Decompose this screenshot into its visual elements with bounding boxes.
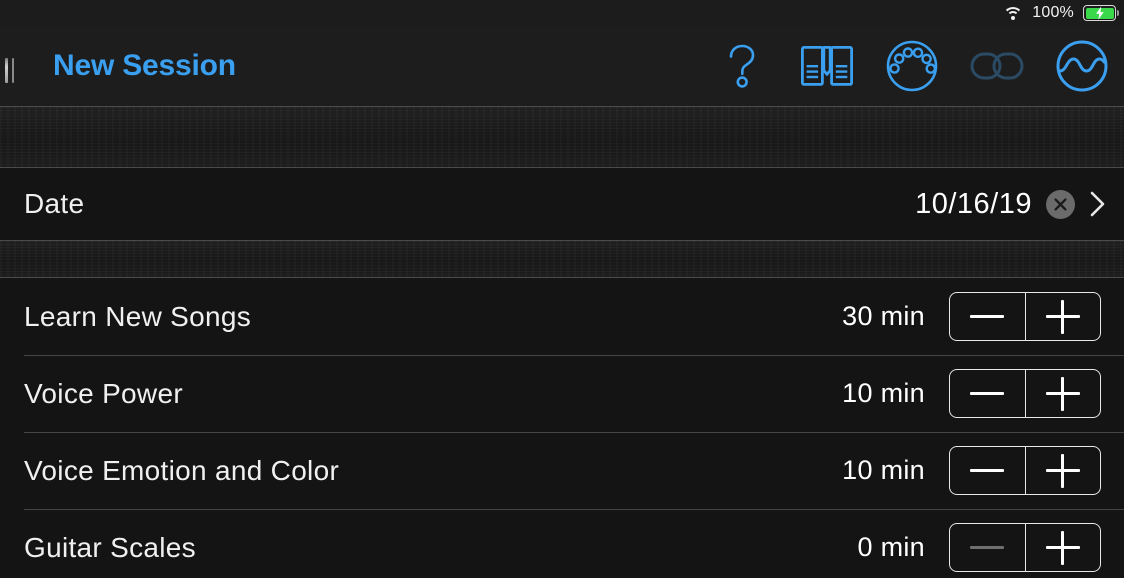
title-bar: New Session bbox=[0, 26, 1124, 106]
help-icon bbox=[729, 44, 755, 88]
increment-button[interactable] bbox=[1026, 293, 1101, 340]
row-divider bbox=[24, 355, 1124, 356]
row-divider bbox=[24, 432, 1124, 433]
battery-percent-label: 100% bbox=[1032, 4, 1074, 21]
texture-band-middle bbox=[0, 240, 1124, 278]
increment-button[interactable] bbox=[1026, 370, 1101, 417]
status-indicators: 100% bbox=[1003, 4, 1119, 22]
waveform-icon bbox=[1056, 40, 1108, 92]
link-button[interactable] bbox=[969, 38, 1025, 94]
songbook-icon bbox=[801, 46, 853, 86]
app-screen: 100% New Session Date 10/16/19 Learn New… bbox=[0, 0, 1124, 578]
texture-band-top bbox=[0, 106, 1124, 168]
decrement-button[interactable] bbox=[950, 370, 1026, 417]
page-title: New Session bbox=[53, 49, 236, 82]
date-row-controls: 10/16/19 bbox=[915, 188, 1124, 221]
minus-icon bbox=[970, 315, 1005, 318]
wifi-icon bbox=[1003, 6, 1024, 21]
metronome-icon bbox=[886, 40, 938, 92]
tuner-button[interactable] bbox=[1054, 38, 1110, 94]
help-button[interactable] bbox=[714, 38, 770, 94]
battery-charging-icon bbox=[1083, 5, 1119, 21]
activity-controls: 0 min bbox=[813, 523, 1124, 572]
table-row[interactable]: Voice Emotion and Color 10 min bbox=[0, 432, 1124, 509]
songbook-button[interactable] bbox=[799, 38, 855, 94]
activity-label: Learn New Songs bbox=[24, 300, 252, 332]
chevron-right-icon[interactable] bbox=[1089, 190, 1106, 218]
link-icon bbox=[970, 52, 1024, 80]
increment-button[interactable] bbox=[1026, 524, 1101, 571]
date-value: 10/16/19 bbox=[915, 187, 1032, 220]
plus-icon bbox=[1045, 530, 1080, 565]
close-icon bbox=[1054, 197, 1067, 211]
decrement-button[interactable] bbox=[950, 293, 1026, 340]
table-row[interactable]: Learn New Songs 30 min bbox=[0, 278, 1124, 355]
minus-icon bbox=[970, 392, 1005, 395]
duration-stepper bbox=[949, 292, 1101, 341]
table-row[interactable]: Voice Power 10 min bbox=[0, 355, 1124, 432]
activity-label: Guitar Scales bbox=[24, 531, 196, 563]
status-bar: 100% bbox=[0, 0, 1124, 26]
charging-bolt-icon bbox=[1095, 6, 1104, 20]
table-row[interactable]: Guitar Scales 0 min bbox=[0, 509, 1124, 578]
clear-date-button[interactable] bbox=[1046, 189, 1075, 219]
decrement-button[interactable] bbox=[950, 447, 1026, 494]
activity-label: Voice Power bbox=[24, 377, 183, 409]
activity-list: Learn New Songs 30 min Voice Power 10 mi… bbox=[0, 278, 1124, 578]
duration-stepper bbox=[949, 369, 1101, 418]
date-row[interactable]: Date 10/16/19 bbox=[0, 168, 1124, 240]
plus-icon bbox=[1045, 376, 1080, 411]
activity-duration: 30 min bbox=[842, 301, 925, 331]
activity-controls: 30 min bbox=[813, 292, 1124, 341]
duration-stepper bbox=[949, 446, 1101, 495]
activity-duration: 0 min bbox=[857, 532, 925, 562]
activity-duration: 10 min bbox=[842, 455, 925, 485]
date-label: Date bbox=[24, 188, 85, 219]
decrement-button[interactable] bbox=[950, 524, 1026, 571]
plus-icon bbox=[1045, 453, 1080, 488]
duration-stepper bbox=[949, 523, 1101, 572]
activity-duration: 10 min bbox=[842, 378, 925, 408]
minus-icon bbox=[970, 546, 1005, 549]
metronome-button[interactable] bbox=[884, 38, 940, 94]
drag-handle[interactable] bbox=[3, 58, 19, 83]
toolbar bbox=[714, 26, 1110, 106]
activity-controls: 10 min bbox=[813, 446, 1124, 495]
plus-icon bbox=[1045, 299, 1080, 334]
activity-controls: 10 min bbox=[813, 369, 1124, 418]
row-divider bbox=[24, 509, 1124, 510]
increment-button[interactable] bbox=[1026, 447, 1101, 494]
activity-label: Voice Emotion and Color bbox=[24, 454, 340, 486]
minus-icon bbox=[970, 469, 1005, 472]
